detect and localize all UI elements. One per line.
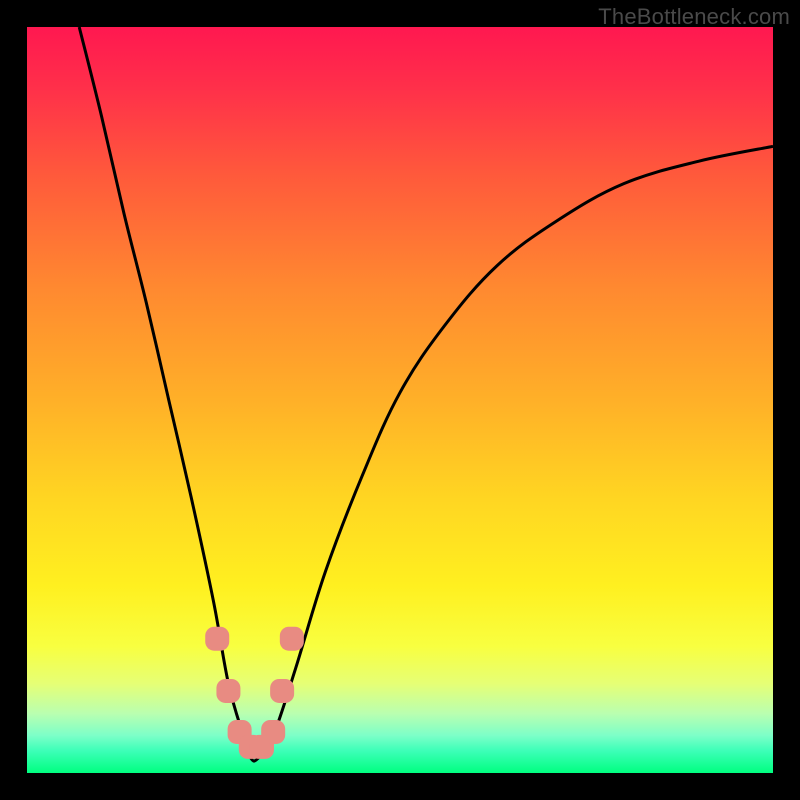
chart-plot-area (27, 27, 773, 773)
bottleneck-curve-svg (27, 27, 773, 773)
marker-dot (280, 627, 304, 651)
marker-dot (261, 720, 285, 744)
bottleneck-curve-path (79, 27, 773, 761)
marker-dot (216, 679, 240, 703)
marker-dot (270, 679, 294, 703)
highlight-markers (205, 627, 304, 759)
marker-dot (205, 627, 229, 651)
